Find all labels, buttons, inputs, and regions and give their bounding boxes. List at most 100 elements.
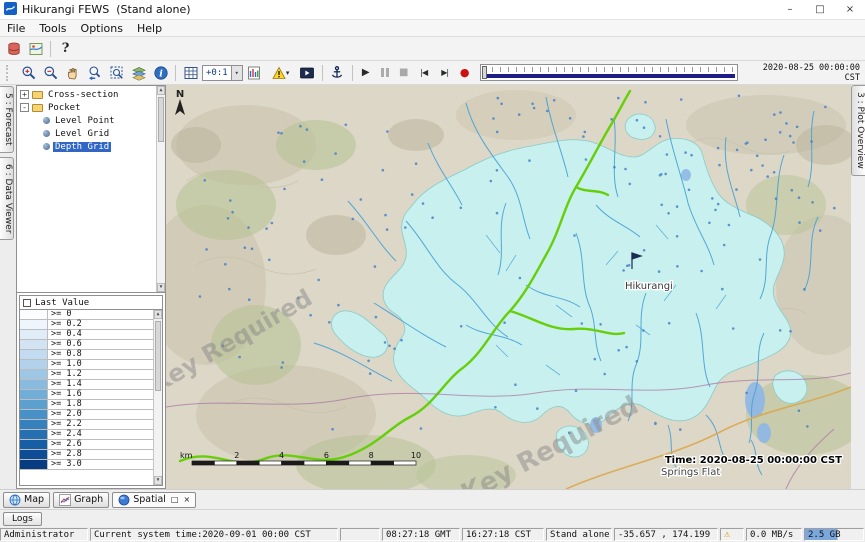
legend-row[interactable]: >= 0.2 xyxy=(20,320,162,330)
zoom-out-icon[interactable] xyxy=(40,63,61,83)
scrollbar-thumb[interactable] xyxy=(158,97,164,142)
legend-swatch xyxy=(20,460,48,469)
last-value-checkbox[interactable] xyxy=(23,299,31,307)
app-icon xyxy=(4,0,17,19)
legend-swatch xyxy=(20,350,48,359)
time-slider-ticks xyxy=(484,67,734,72)
north-label: N xyxy=(176,89,184,100)
panel-maximize-icon[interactable]: □ xyxy=(171,495,179,504)
tree-expander-icon[interactable]: - xyxy=(20,103,29,112)
menu-item-help[interactable]: Help xyxy=(130,22,169,35)
help-icon[interactable]: ? xyxy=(55,39,76,59)
legend-label: >= 0.6 xyxy=(48,340,82,349)
legend-label: >= 1.6 xyxy=(48,390,82,399)
tab-graph[interactable]: Graph xyxy=(53,492,109,508)
menu-item-options[interactable]: Options xyxy=(74,22,130,35)
status-throughput: 0.0 MB/s xyxy=(746,528,802,541)
grid-table-icon[interactable] xyxy=(180,63,201,83)
tab-graph-label: Graph xyxy=(74,494,103,505)
legend-label: >= 2.8 xyxy=(48,450,82,459)
anchor-icon[interactable] xyxy=(327,63,348,83)
tab-map[interactable]: Map xyxy=(3,492,50,508)
main-toolbar: ? xyxy=(0,37,865,61)
explorer-map-icon[interactable] xyxy=(25,39,46,59)
right-tab-strip: 3 : Plot Overview xyxy=(851,85,865,489)
town-label-springs-flat: Springs Flat xyxy=(661,467,720,478)
tab-spatial[interactable]: Spatial □ × xyxy=(112,492,196,508)
layers-icon[interactable] xyxy=(128,63,149,83)
legend-row[interactable]: >= 0 xyxy=(20,310,162,320)
scroll-up-icon[interactable]: ▲ xyxy=(157,86,165,95)
map-canvas[interactable]: API Key Required API Key Required Hikura… xyxy=(166,85,851,489)
logs-button[interactable]: Logs xyxy=(3,512,42,526)
legend-header: Last Value xyxy=(19,295,163,310)
display-icon[interactable] xyxy=(297,63,318,83)
sphere-icon xyxy=(118,494,130,506)
time-slider[interactable] xyxy=(480,64,738,81)
main-area: 5 : Forecast 6 : Data Viewer +Cross-secti… xyxy=(0,85,865,489)
step-forward-button[interactable]: ▶| xyxy=(435,63,455,83)
info-icon[interactable]: i xyxy=(150,63,171,83)
profile-chart-icon[interactable] xyxy=(244,63,265,83)
scale-ratio-combobox[interactable]: +0:1▾ xyxy=(202,65,243,81)
side-tab-data-viewer[interactable]: 6 : Data Viewer xyxy=(0,157,14,240)
tree-item-depth-grid[interactable]: Depth Grid xyxy=(17,140,165,153)
record-button[interactable]: ● xyxy=(456,63,474,83)
side-tab-forecast[interactable]: 5 : Forecast xyxy=(0,86,14,153)
warning-dropdown[interactable]: ▾ xyxy=(266,63,296,83)
play-button[interactable]: ▶ xyxy=(357,63,375,83)
legend-row[interactable]: >= 1.2 xyxy=(20,370,162,380)
step-backward-button[interactable]: |◀ xyxy=(414,63,434,83)
panel-close-icon[interactable]: × xyxy=(183,495,190,504)
scrollbar-thumb[interactable] xyxy=(155,321,161,391)
pan-hand-icon[interactable] xyxy=(62,63,83,83)
legend-row[interactable]: >= 2.6 xyxy=(20,440,162,450)
tree-expander-icon[interactable]: + xyxy=(20,90,29,99)
pause-button[interactable] xyxy=(376,63,394,83)
tree-item-label: Depth Grid xyxy=(53,142,111,152)
legend-row[interactable]: >= 0.6 xyxy=(20,340,162,350)
legend-row[interactable]: >= 2.0 xyxy=(20,410,162,420)
tree-item-level-grid[interactable]: Level Grid xyxy=(17,127,165,140)
legend-row[interactable]: >= 1.4 xyxy=(20,380,162,390)
side-tab-plot-overview[interactable]: 3 : Plot Overview xyxy=(851,85,865,176)
time-slider-handle[interactable] xyxy=(482,66,487,79)
scroll-up-icon[interactable]: ▲ xyxy=(154,310,162,319)
close-button[interactable]: × xyxy=(835,0,865,19)
legend-row[interactable]: >= 3.0 xyxy=(20,460,162,470)
legend-row[interactable]: >= 1.0 xyxy=(20,360,162,370)
legend-label: >= 3.0 xyxy=(48,460,82,469)
zoom-in-icon[interactable] xyxy=(18,63,39,83)
filter-tree-panel: +Cross-section-PocketLevel Point Level Gr… xyxy=(17,86,165,293)
menu-item-tools[interactable]: Tools xyxy=(32,22,73,35)
legend-row[interactable]: >= 2.2 xyxy=(20,420,162,430)
legend-row[interactable]: >= 0.8 xyxy=(20,350,162,360)
legend-row[interactable]: >= 2.8 xyxy=(20,450,162,460)
scroll-down-icon[interactable]: ▼ xyxy=(157,283,165,292)
tree-scrollbar[interactable]: ▲▼ xyxy=(156,86,165,292)
legend-row[interactable]: >= 2.4 xyxy=(20,430,162,440)
legend-label: >= 2.6 xyxy=(48,440,82,449)
logs-row: Logs xyxy=(0,509,865,527)
legend-swatch xyxy=(20,430,48,439)
database-icon[interactable] xyxy=(3,39,24,59)
legend-row[interactable]: >= 1.8 xyxy=(20,400,162,410)
toolbar-grip[interactable] xyxy=(6,65,9,81)
scroll-down-icon[interactable]: ▼ xyxy=(154,476,162,485)
zoom-previous-icon[interactable] xyxy=(84,63,105,83)
stop-button[interactable]: ■ xyxy=(395,63,413,83)
chevron-down-icon[interactable]: ▾ xyxy=(231,66,242,80)
legend-swatch xyxy=(20,420,48,429)
menu-item-file[interactable]: File xyxy=(0,22,32,35)
minimize-button[interactable]: – xyxy=(775,0,805,19)
legend-row[interactable]: >= 0.4 xyxy=(20,330,162,340)
maximize-button[interactable]: □ xyxy=(805,0,835,19)
tree-item-level-point[interactable]: Level Point xyxy=(17,114,165,127)
tree-item-cross-section[interactable]: +Cross-section xyxy=(17,88,165,101)
tree-item-pocket[interactable]: -Pocket xyxy=(17,101,165,114)
zoom-extent-icon[interactable] xyxy=(106,63,127,83)
legend-row[interactable]: >= 1.6 xyxy=(20,390,162,400)
legend-scrollbar[interactable]: ▲▼ xyxy=(153,310,162,485)
tree-item-label: Level Grid xyxy=(53,129,111,139)
legend-label: >= 0 xyxy=(48,310,71,319)
